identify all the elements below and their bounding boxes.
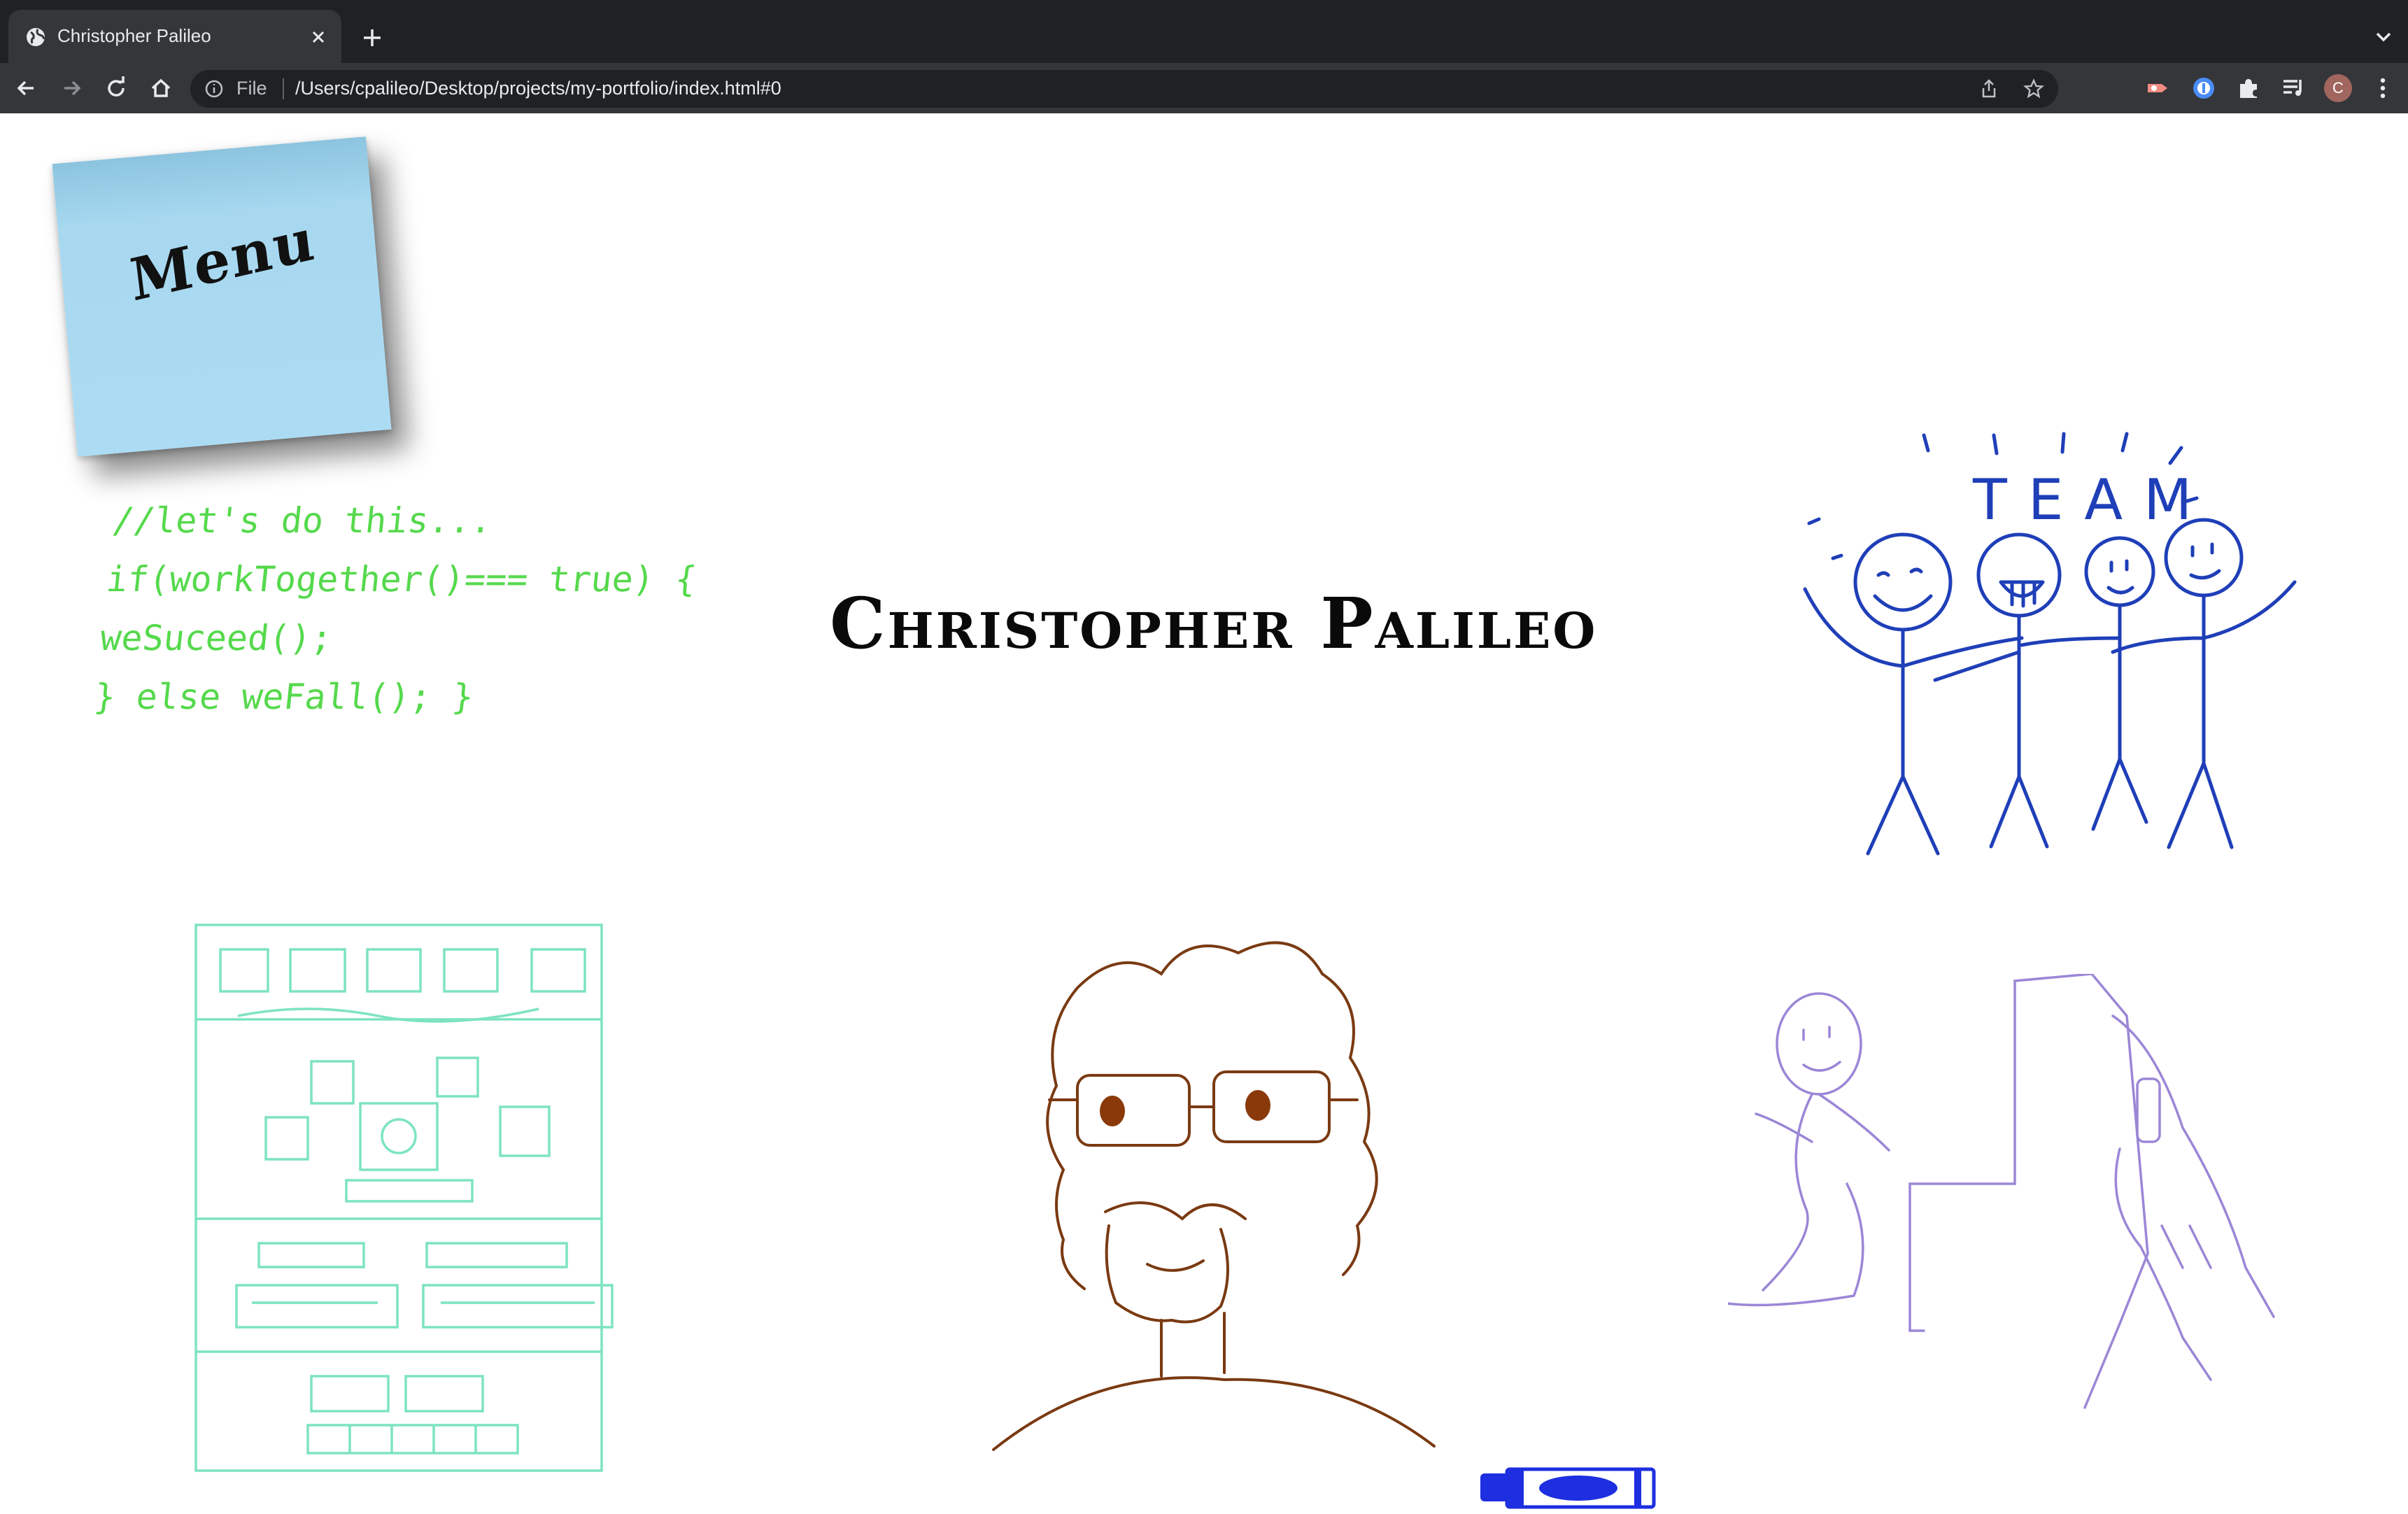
code-snippet: //let's do this... if(workTogether()=== …	[91, 491, 705, 726]
url-text[interactable]: /Users/cpalileo/Desktop/projects/my-port…	[295, 78, 781, 99]
team-drawing[interactable]: TEAM	[1763, 372, 2323, 988]
star-icon[interactable]	[2023, 78, 2044, 99]
reload-icon[interactable]	[102, 74, 130, 102]
back-icon[interactable]	[13, 74, 41, 102]
portrait-drawing[interactable]	[972, 932, 1490, 1464]
menu-label: Menu	[127, 205, 320, 315]
wireframe-drawing[interactable]	[119, 918, 637, 1478]
url-separator	[283, 78, 284, 99]
menu-dots-icon[interactable]	[2369, 74, 2397, 102]
address-bar[interactable]: File /Users/cpalileo/Desktop/projects/my…	[190, 70, 2058, 108]
extension-icon[interactable]	[2144, 74, 2172, 102]
password-icon[interactable]	[2190, 74, 2218, 102]
close-icon[interactable]	[308, 27, 329, 48]
globe-icon	[27, 28, 45, 46]
browser-toolbar: File /Users/cpalileo/Desktop/projects/my…	[0, 63, 2408, 113]
code-line: weSuceed();	[98, 618, 334, 658]
forward-icon[interactable]	[57, 74, 85, 102]
page-title: Christopher Palileo	[830, 582, 1598, 665]
home-icon[interactable]	[147, 74, 175, 102]
browser-tab[interactable]: Christopher Palileo	[8, 10, 341, 63]
puzzle-icon[interactable]	[2235, 74, 2262, 102]
url-scheme: File	[236, 78, 267, 99]
menu-sticky-note[interactable]: Menu	[52, 136, 392, 457]
code-line: if(workTogether()=== true) {	[104, 559, 699, 600]
share-icon[interactable]	[1978, 78, 1999, 99]
code-line: //let's do this...	[111, 500, 495, 541]
tab-title: Christopher Palileo	[57, 25, 211, 46]
plus-icon[interactable]	[358, 24, 386, 52]
creator-drawing[interactable]	[1728, 974, 2295, 1464]
team-label: TEAM	[1972, 467, 2213, 532]
profile-avatar[interactable]: C	[2324, 74, 2352, 102]
chevron-down-icon[interactable]	[2372, 25, 2395, 49]
info-icon[interactable]	[204, 79, 224, 99]
tab-strip: Christopher Palileo	[0, 0, 2408, 63]
page-content: Menu //let's do this... if(workTogether(…	[0, 113, 2408, 1514]
media-icon[interactable]	[2279, 74, 2307, 102]
marker-icon[interactable]	[1480, 1464, 1662, 1513]
code-line: } else weFall(); }	[92, 677, 476, 717]
